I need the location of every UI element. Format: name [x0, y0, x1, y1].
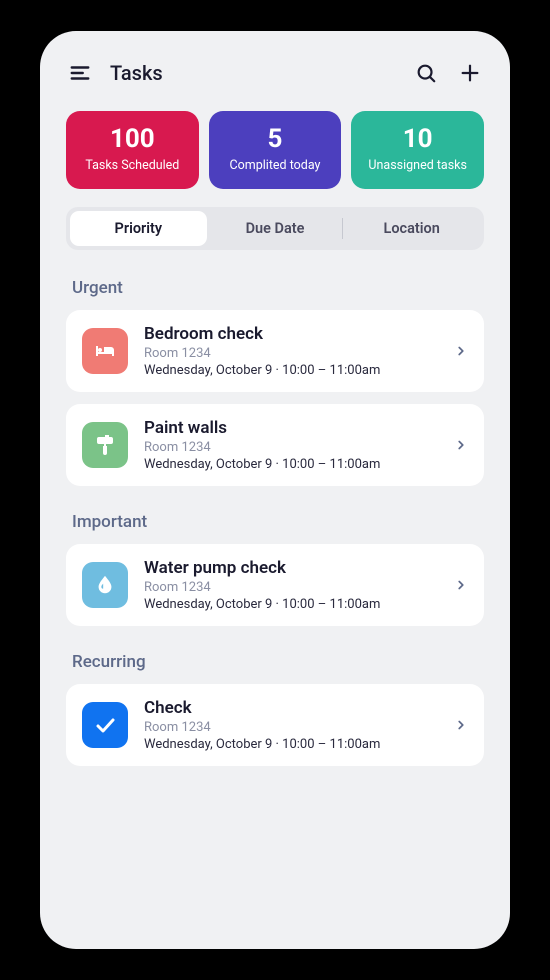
section-recurring: Recurring Check Room 1234 Wednesday, Oct… — [66, 652, 484, 766]
page-title: Tasks — [110, 61, 396, 85]
task-title: Paint walls — [144, 418, 438, 438]
stat-label: Complited today — [217, 158, 334, 173]
task-time: Wednesday, October 9 · 10:00 – 11:00am — [144, 457, 438, 472]
drop-icon — [82, 562, 128, 608]
menu-icon — [69, 62, 91, 84]
menu-button[interactable] — [66, 59, 94, 87]
task-title: Check — [144, 698, 438, 718]
stat-unassigned[interactable]: 10 Unassigned tasks — [351, 111, 484, 189]
add-button[interactable] — [456, 59, 484, 87]
stat-label: Tasks Scheduled — [74, 158, 191, 173]
task-body: Check Room 1234 Wednesday, October 9 · 1… — [144, 698, 438, 752]
task-body: Paint walls Room 1234 Wednesday, October… — [144, 418, 438, 472]
paint-icon — [82, 422, 128, 468]
task-time: Wednesday, October 9 · 10:00 – 11:00am — [144, 363, 438, 378]
task-row[interactable]: Bedroom check Room 1234 Wednesday, Octob… — [66, 310, 484, 392]
task-row[interactable]: Paint walls Room 1234 Wednesday, October… — [66, 404, 484, 486]
task-row[interactable]: Water pump check Room 1234 Wednesday, Oc… — [66, 544, 484, 626]
stat-scheduled[interactable]: 100 Tasks Scheduled — [66, 111, 199, 189]
stat-completed[interactable]: 5 Complited today — [209, 111, 342, 189]
tab-priority[interactable]: Priority — [70, 211, 207, 246]
stat-label: Unassigned tasks — [359, 158, 476, 173]
task-subtitle: Room 1234 — [144, 580, 438, 595]
chevron-right-icon — [454, 438, 468, 452]
task-title: Bedroom check — [144, 324, 438, 344]
section-title: Recurring — [72, 652, 484, 672]
section-title: Urgent — [72, 278, 484, 298]
search-icon — [415, 62, 437, 84]
stat-value: 100 — [74, 125, 191, 154]
task-subtitle: Room 1234 — [144, 440, 438, 455]
stats-row: 100 Tasks Scheduled 5 Complited today 10… — [66, 111, 484, 189]
section-urgent: Urgent Bedroom check Room 1234 Wednesday… — [66, 278, 484, 486]
task-subtitle: Room 1234 — [144, 720, 438, 735]
task-time: Wednesday, October 9 · 10:00 – 11:00am — [144, 597, 438, 612]
bed-icon — [82, 328, 128, 374]
stat-value: 10 — [359, 125, 476, 154]
task-time: Wednesday, October 9 · 10:00 – 11:00am — [144, 737, 438, 752]
task-body: Bedroom check Room 1234 Wednesday, Octob… — [144, 324, 438, 378]
check-icon — [82, 702, 128, 748]
section-title: Important — [72, 512, 484, 532]
filter-tabs: Priority Due Date Location — [66, 207, 484, 250]
chevron-right-icon — [454, 718, 468, 732]
chevron-right-icon — [454, 578, 468, 592]
task-body: Water pump check Room 1234 Wednesday, Oc… — [144, 558, 438, 612]
app-screen: Tasks 100 Tasks Scheduled 5 Complited to… — [40, 31, 510, 949]
plus-icon — [459, 62, 481, 84]
task-title: Water pump check — [144, 558, 438, 578]
task-subtitle: Room 1234 — [144, 346, 438, 361]
tab-location[interactable]: Location — [343, 211, 480, 246]
task-row[interactable]: Check Room 1234 Wednesday, October 9 · 1… — [66, 684, 484, 766]
tab-due-date[interactable]: Due Date — [207, 211, 344, 246]
stat-value: 5 — [217, 125, 334, 154]
top-bar: Tasks — [66, 59, 484, 87]
search-button[interactable] — [412, 59, 440, 87]
chevron-right-icon — [454, 344, 468, 358]
section-important: Important Water pump check Room 1234 Wed… — [66, 512, 484, 626]
